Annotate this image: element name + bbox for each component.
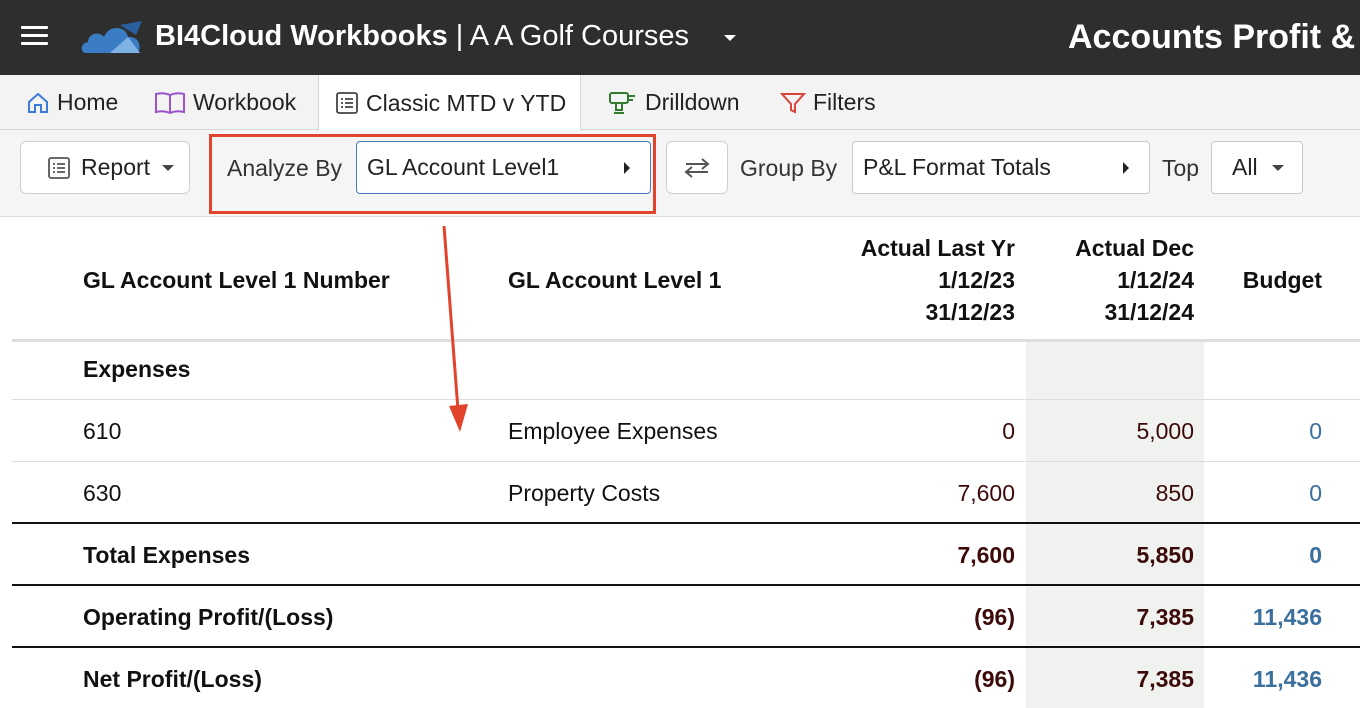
header-line: 31/12/24 xyxy=(1104,299,1194,325)
actual-dec-cell[interactable]: 7,385 xyxy=(1030,666,1194,693)
actual-last-yr-cell[interactable]: (96) xyxy=(800,666,1015,693)
swap-arrows-icon xyxy=(684,157,710,178)
total-divider xyxy=(12,646,1360,648)
company-name[interactable]: A A Golf Courses xyxy=(470,20,689,52)
row-divider xyxy=(12,461,1360,462)
actual-dec-cell[interactable]: 7,385 xyxy=(1030,604,1194,631)
header-line: 31/12/23 xyxy=(925,299,1015,325)
top-label: Top xyxy=(1162,155,1200,181)
header-budget[interactable]: Budget xyxy=(1204,264,1322,296)
tab-label: Drilldown xyxy=(645,89,740,115)
header-line: Actual Dec xyxy=(1075,235,1194,261)
header-line: Actual Last Yr xyxy=(860,235,1015,261)
group-by-select[interactable]: P&L Format Totals xyxy=(852,141,1150,194)
tab-label: Filters xyxy=(813,89,876,115)
current-column-shading xyxy=(1026,342,1204,708)
row-label: Expenses xyxy=(83,356,191,382)
header-divider xyxy=(12,339,1360,342)
tab-label: Workbook xyxy=(193,89,297,115)
gl-number-cell[interactable]: 610 xyxy=(83,418,121,445)
group-by-value: P&L Format Totals xyxy=(863,154,1051,180)
top-bar: BI4Cloud Workbooks | A A Golf Courses Ac… xyxy=(0,0,1360,75)
tab-home[interactable]: Home xyxy=(26,75,118,130)
title-separator: | xyxy=(447,20,470,52)
group-by-label: Group By xyxy=(740,155,838,181)
gl-name-cell[interactable]: Property Costs xyxy=(508,480,660,507)
app-title: BI4Cloud Workbooks | A A Golf Courses xyxy=(155,20,689,53)
header-gl-number[interactable]: GL Account Level 1 Number xyxy=(83,264,390,296)
toolbar: Report Analyze By GL Account Level1 Grou… xyxy=(0,130,1360,217)
header-line: 1/12/23 xyxy=(938,267,1015,293)
swap-button[interactable] xyxy=(666,141,728,194)
tab-filters[interactable]: Filters xyxy=(780,75,876,130)
row-divider xyxy=(12,399,1360,400)
company-dropdown-icon[interactable] xyxy=(724,35,736,41)
brand-name: BI4Cloud Workbooks xyxy=(155,20,448,52)
report-button[interactable]: Report xyxy=(20,141,190,194)
actual-last-yr-cell[interactable]: 0 xyxy=(800,418,1015,445)
total-label: Net Profit/(Loss) xyxy=(83,666,262,692)
book-icon xyxy=(155,91,185,114)
filter-icon xyxy=(780,92,806,114)
actual-last-yr-cell[interactable]: (96) xyxy=(800,604,1015,631)
tab-classic-mtd-v-ytd[interactable]: Classic MTD v YTD xyxy=(318,75,582,131)
cloud-logo-icon xyxy=(81,21,142,53)
report-button-label: Report xyxy=(81,154,151,180)
tab-label: Home xyxy=(57,89,119,115)
top-select[interactable]: All xyxy=(1211,141,1303,194)
total-label: Total Expenses xyxy=(83,542,251,568)
total-divider xyxy=(12,522,1360,524)
total-divider xyxy=(12,584,1360,586)
chevron-down-icon xyxy=(162,164,175,171)
highlight-annotation-box xyxy=(209,134,656,214)
tab-label: Classic MTD v YTD xyxy=(366,89,567,116)
actual-last-yr-cell[interactable]: 7,600 xyxy=(800,480,1015,507)
budget-cell[interactable]: 0 xyxy=(1204,542,1322,569)
actual-dec-cell[interactable]: 850 xyxy=(1030,480,1194,507)
chevron-right-icon xyxy=(1123,161,1129,174)
report-title: Accounts Profit & xyxy=(1068,18,1356,56)
actual-dec-cell[interactable]: 5,850 xyxy=(1030,542,1194,569)
top-value: All xyxy=(1232,154,1258,180)
tab-workbook[interactable]: Workbook xyxy=(154,75,296,130)
chevron-down-icon xyxy=(1272,165,1284,171)
total-label: Operating Profit/(Loss) xyxy=(83,604,334,630)
hamburger-menu-icon[interactable] xyxy=(21,26,48,46)
budget-cell[interactable]: 0 xyxy=(1204,480,1322,507)
budget-cell[interactable]: 11,436 xyxy=(1204,666,1322,693)
list-icon xyxy=(48,156,70,179)
actual-dec-cell[interactable]: 5,000 xyxy=(1030,418,1194,445)
list-icon xyxy=(336,92,358,114)
budget-cell[interactable]: 11,436 xyxy=(1204,604,1322,631)
header-actual-last-yr[interactable]: Actual Last Yr 1/12/23 31/12/23 xyxy=(800,232,1015,328)
home-icon xyxy=(28,92,48,113)
drill-icon xyxy=(609,91,635,114)
header-line: 1/12/24 xyxy=(1117,267,1194,293)
gl-number-cell[interactable]: 630 xyxy=(83,480,121,507)
tab-bar: Home Workbook Classic MTD v YTD Drilldow… xyxy=(0,75,1360,131)
header-gl-name[interactable]: GL Account Level 1 xyxy=(508,264,721,296)
actual-last-yr-cell[interactable]: 7,600 xyxy=(800,542,1015,569)
tab-drilldown[interactable]: Drilldown xyxy=(608,75,740,130)
budget-cell[interactable]: 0 xyxy=(1204,418,1322,445)
gl-name-cell[interactable]: Employee Expenses xyxy=(508,418,718,445)
header-actual-dec[interactable]: Actual Dec 1/12/24 31/12/24 xyxy=(1030,232,1194,328)
